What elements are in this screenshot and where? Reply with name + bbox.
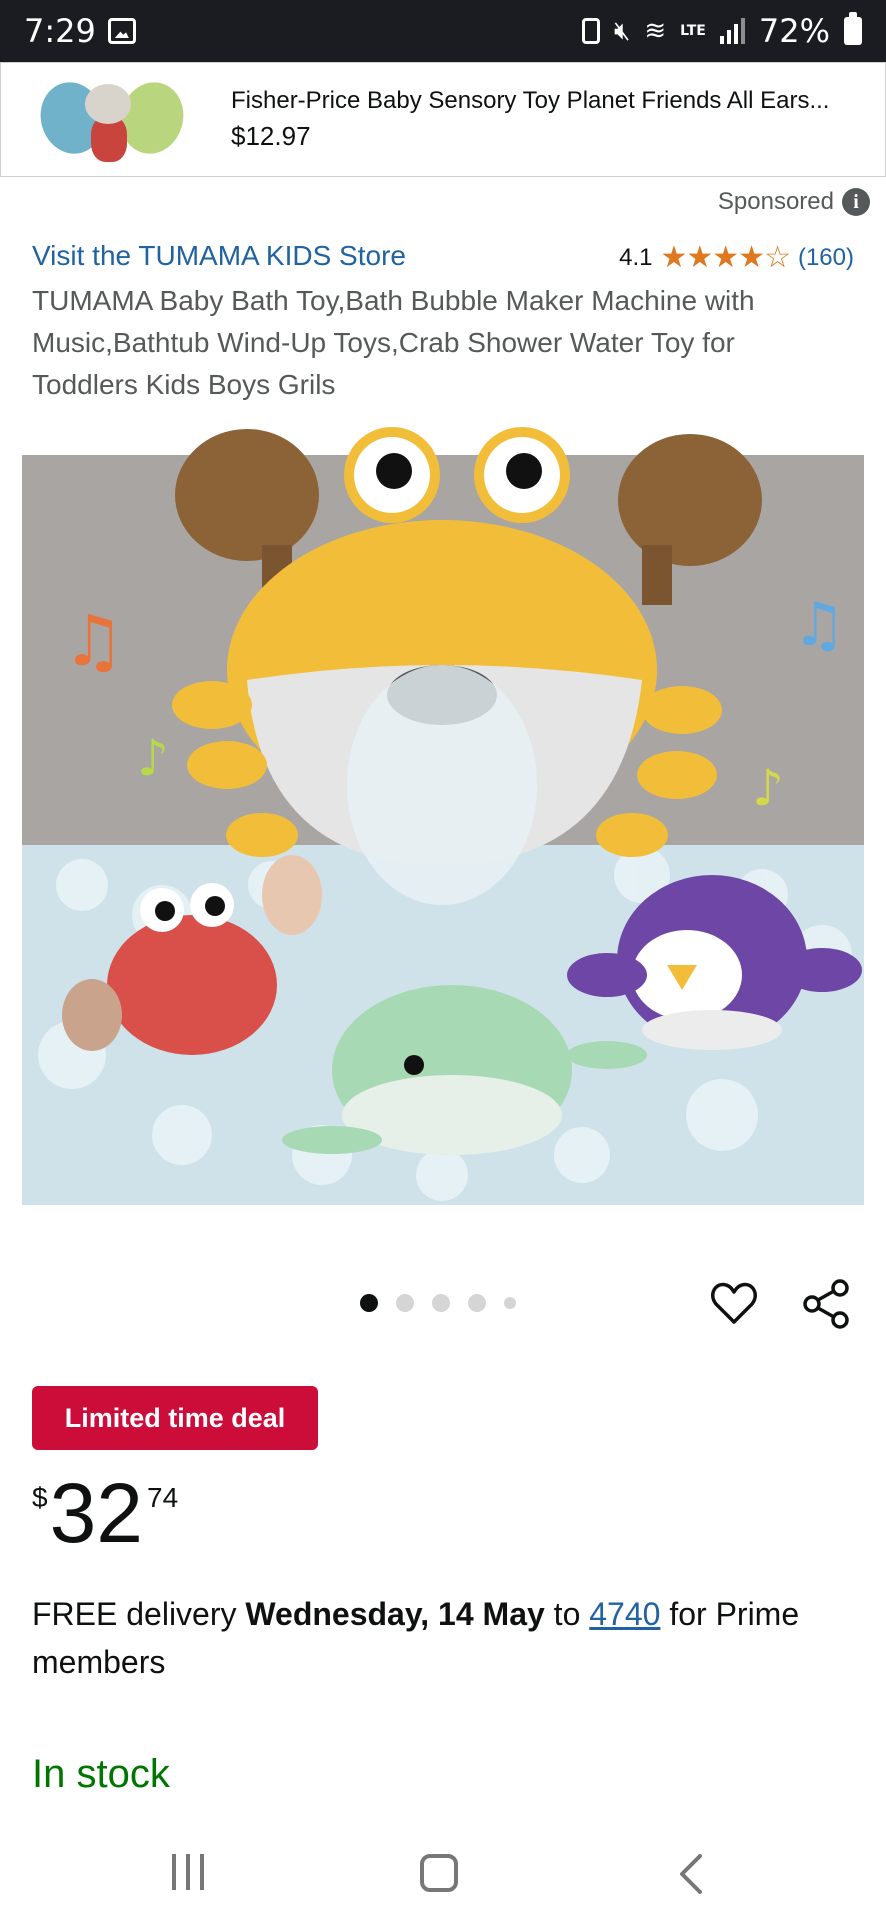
gallery-icon [107,18,136,44]
sponsored-product-price: $12.97 [231,121,311,151]
battery-icon [844,12,862,45]
status-bar: 7:29 🔇︎ ≋ LTE 72% [0,0,886,62]
delivery-middle: to [544,1596,590,1632]
info-icon[interactable]: i [842,188,870,216]
carousel-dot-3 [432,1294,450,1312]
svg-text:♫: ♫ [792,590,846,660]
sim-icon [581,18,600,44]
delivery-postcode-link[interactable]: 4740 [589,1596,660,1632]
home-icon[interactable] [420,1854,458,1892]
rating-value: 4.1 [619,243,653,271]
price-fraction: 74 [147,1482,179,1513]
sponsored-label[interactable]: Sponsored i [718,188,870,216]
svg-text:♫: ♫ [62,600,125,682]
store-link[interactable]: Visit the TUMAMA KIDS Store [32,240,406,272]
battery-level: 72% [758,12,830,50]
status-icons: 🔇︎ ≋ LTE 72% [581,12,862,50]
price-currency: $ [32,1482,48,1513]
heart-icon[interactable] [710,1280,758,1326]
share-icon[interactable] [802,1278,852,1330]
product-title: TUMAMA Baby Bath Toy,Bath Bubble Maker M… [32,285,755,400]
signal-icon [719,18,745,44]
star-rating-icon: ★★★★☆ [660,240,790,275]
carousel-dot-1 [360,1294,378,1312]
rating-summary[interactable]: 4.1 ★★★★☆ (160) [619,240,854,275]
delivery-info: FREE delivery Wednesday, 14 May to 4740 … [32,1590,832,1686]
mute-icon: 🔇︎ [613,15,631,46]
stock-status: In stock [32,1752,170,1796]
status-time: 7:29 [24,12,96,50]
sponsored-product-card[interactable]: Fisher-Price Baby Sensory Toy Planet Fri… [0,62,886,177]
sponsored-product-thumbnail [32,70,192,170]
carousel-dot-4 [468,1294,486,1312]
wifi-icon: ≋ [644,16,667,46]
sponsored-text: Sponsored [717,188,834,215]
product-image[interactable]: ♫ ♫ ♪ ♪ [22,415,864,1205]
price-whole: 32 [49,1466,144,1560]
carousel-dot-5 [504,1297,516,1309]
image-carousel-indicator [360,1294,516,1312]
back-icon[interactable] [674,1852,714,1896]
limited-time-deal-badge: Limited time deal [32,1386,318,1450]
rating-count[interactable]: (160) [798,244,854,272]
carousel-dot-2 [396,1294,414,1312]
svg-text:♪: ♪ [137,729,169,787]
recent-apps-icon[interactable] [172,1854,204,1890]
lte-icon: LTE [680,23,706,39]
delivery-prefix: FREE delivery [32,1596,246,1632]
navigation-bar [0,1830,886,1920]
svg-text:♪: ♪ [752,759,784,817]
delivery-date: Wednesday, 14 May [245,1596,545,1632]
price: $ 32 74 [32,1468,178,1558]
sponsored-product-title: Fisher-Price Baby Sensory Toy Planet Fri… [231,87,830,114]
